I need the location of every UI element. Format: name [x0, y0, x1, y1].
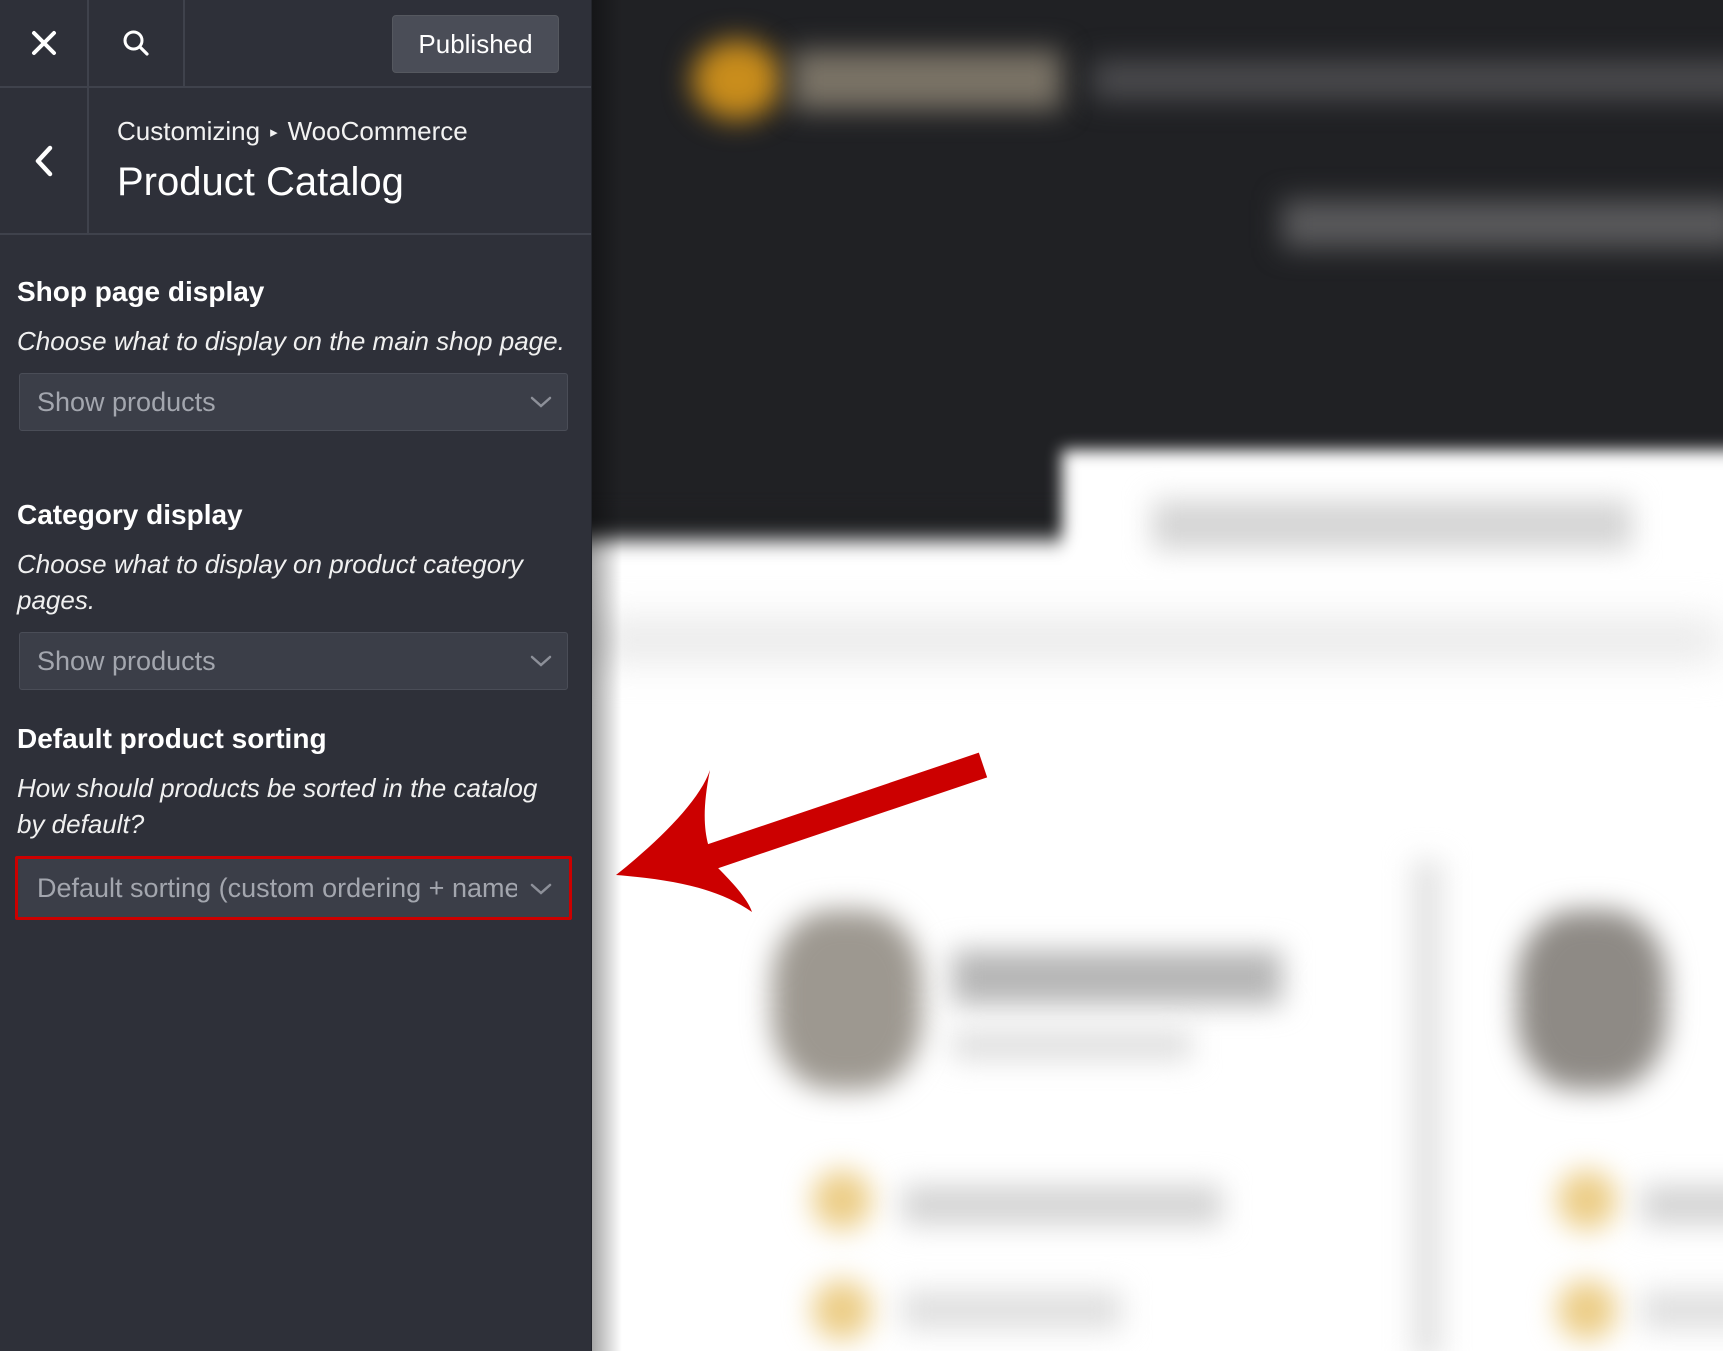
preview-line [902, 1185, 1222, 1225]
preview-product-subtitle [952, 1030, 1192, 1060]
category-display-select[interactable]: Show products [19, 632, 568, 690]
published-button[interactable]: Published [392, 15, 559, 73]
control-label: Shop page display [17, 276, 265, 307]
preview-nav [1092, 60, 1723, 100]
control-description: How should products be sorted in the cat… [17, 773, 538, 839]
preview-column-divider [1412, 860, 1442, 1351]
page-title: Product Catalog [117, 160, 404, 204]
back-button[interactable] [0, 88, 89, 233]
chevron-left-icon [35, 145, 52, 176]
control-description: Choose what to display on product catego… [17, 549, 523, 615]
preview-product-thumb [1517, 910, 1667, 1090]
select-value: Default sorting (custom ordering + name) [37, 872, 517, 903]
preview-line [1642, 1290, 1723, 1330]
preview-bullet [812, 1280, 872, 1340]
shop-page-display-select[interactable]: Show products [19, 373, 568, 431]
breadcrumb: Customizing ▸ WooCommerce [117, 116, 468, 147]
chevron-down-icon [530, 655, 552, 667]
search-button[interactable] [89, 0, 185, 86]
control-description: Choose what to display on the main shop … [17, 326, 565, 356]
category-display-control: Category display Choose what to display … [17, 498, 569, 690]
preview-line [1642, 1185, 1723, 1225]
preview-shadow [592, 620, 1723, 660]
close-button[interactable] [0, 0, 89, 86]
customizer-sidebar: Published Customizing ▸ WooCommerce Produc… [0, 0, 592, 1351]
search-icon [123, 30, 149, 56]
section-header: Customizing ▸ WooCommerce Product Catalog [0, 88, 591, 235]
chevron-down-icon [530, 883, 552, 895]
sidebar-shadow [592, 0, 622, 1351]
breadcrumb-root: Customizing [117, 116, 261, 146]
preview-logo [692, 40, 782, 120]
preview-bullet [812, 1170, 872, 1230]
preview-line [902, 1290, 1122, 1330]
preview-product-thumb [772, 910, 922, 1090]
shop-page-display-control: Shop page display Choose what to display… [17, 275, 569, 431]
customizer-topbar: Published [0, 0, 591, 88]
select-value: Show products [37, 645, 216, 676]
preview-bullet [1557, 1280, 1617, 1340]
chevron-down-icon [530, 396, 552, 408]
preview-bullet [1557, 1170, 1617, 1230]
control-label: Category display [17, 499, 243, 530]
default-product-sorting-select[interactable]: Default sorting (custom ordering + name) [15, 856, 572, 920]
control-label: Default product sorting [17, 723, 327, 754]
preview-logo-text [792, 50, 1062, 110]
breadcrumb-parent: WooCommerce [287, 116, 468, 146]
default-product-sorting-control: Default product sorting How should produ… [15, 722, 572, 920]
close-icon [31, 31, 56, 55]
select-value: Show products [37, 386, 216, 417]
preview-product-title [952, 950, 1282, 1005]
site-preview[interactable] [592, 0, 1723, 1351]
preview-search-text [1152, 500, 1632, 550]
breadcrumb-separator: ▸ [270, 124, 278, 141]
preview-subnav [1282, 200, 1723, 248]
